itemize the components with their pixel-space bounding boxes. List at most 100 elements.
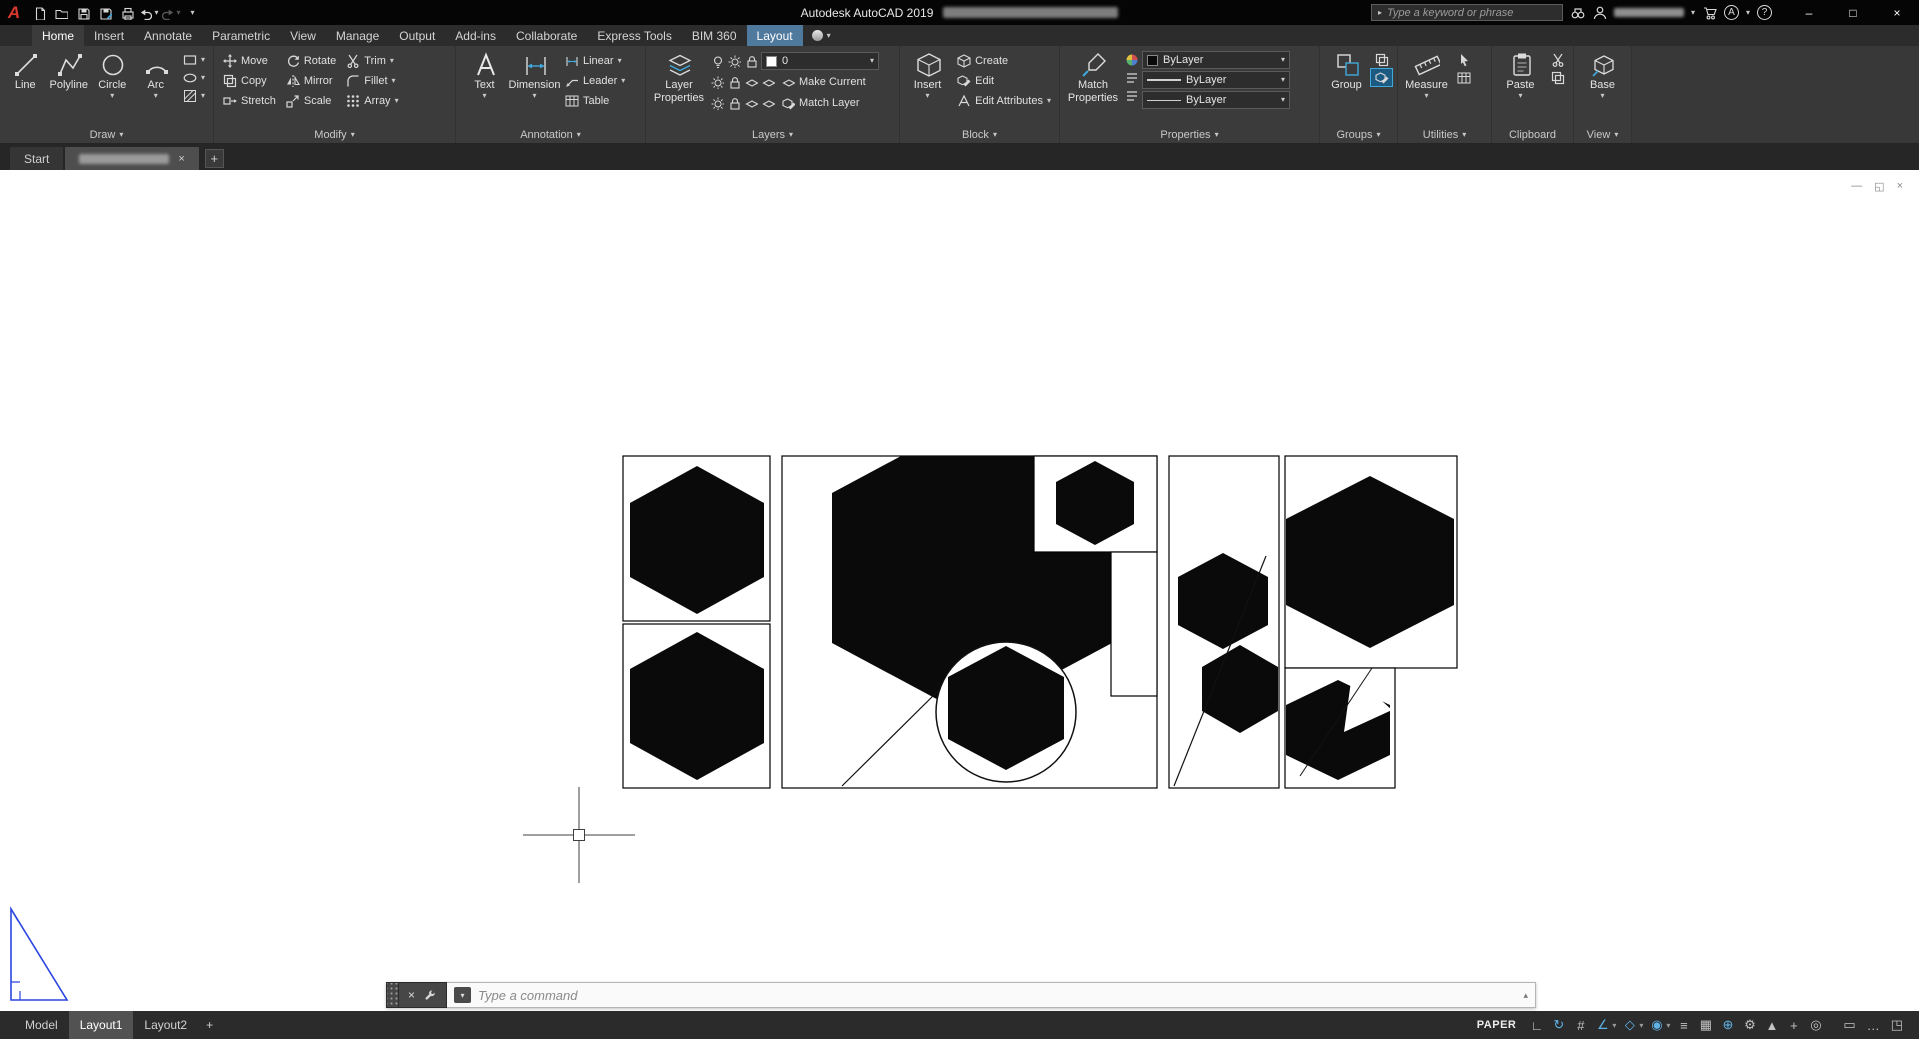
group-edit-button[interactable] xyxy=(1370,68,1393,87)
help-search-field[interactable]: ▸ Type a keyword or phrase xyxy=(1370,4,1563,21)
application-menu-button[interactable]: A xyxy=(0,0,28,25)
drawing-close-icon[interactable]: × xyxy=(1897,180,1903,193)
panel-properties-label[interactable]: Properties ▾ xyxy=(1060,126,1319,143)
help-icon[interactable]: ? xyxy=(1757,5,1772,20)
search-collapse-icon[interactable]: ▸ xyxy=(1378,8,1382,17)
tab-view[interactable]: View xyxy=(280,25,326,46)
layout1-tab[interactable]: Layout1 xyxy=(68,1011,134,1039)
drawing-canvas[interactable]: — ◱ × × ▾ Type a command ▴ xyxy=(0,170,1919,1011)
new-button[interactable] xyxy=(28,2,49,23)
layer-delete-icon[interactable] xyxy=(761,96,775,110)
tab-parametric[interactable]: Parametric xyxy=(202,25,280,46)
quick-calc-button[interactable] xyxy=(1453,69,1474,86)
stretch-button[interactable]: Stretch xyxy=(219,91,279,110)
polar-tracking-icon[interactable]: ∠ xyxy=(1592,1015,1613,1035)
object-color-caret-icon[interactable]: ▾ xyxy=(1281,56,1285,64)
hatch-button[interactable]: ▾ xyxy=(179,87,208,104)
feedback-icon[interactable]: … xyxy=(1867,1015,1880,1035)
edit-attributes-button[interactable]: Edit Attributes ▾ xyxy=(953,91,1054,110)
panel-view-label[interactable]: View ▾ xyxy=(1574,126,1631,143)
isodraft-caret-icon[interactable]: ▾ xyxy=(1639,1021,1643,1030)
scale-button[interactable]: Scale xyxy=(282,91,339,110)
tab-manage[interactable]: Manage xyxy=(326,25,389,46)
dynamic-input-icon[interactable]: ⊕ xyxy=(1717,1015,1738,1035)
command-wrench-icon[interactable] xyxy=(424,989,437,1002)
circle-flyout-caret-icon[interactable]: ▾ xyxy=(110,91,114,100)
linear-caret-icon[interactable]: ▾ xyxy=(618,56,622,65)
make-current-button[interactable]: Make Current xyxy=(778,73,869,92)
layer-state-icon[interactable] xyxy=(744,75,758,89)
file-tab-drawing[interactable]: × xyxy=(65,147,199,170)
table-button[interactable]: Table xyxy=(561,91,628,110)
layer-freeze-icon[interactable] xyxy=(710,75,724,89)
copy-button[interactable]: Copy xyxy=(219,71,279,90)
edit-attributes-caret-icon[interactable]: ▾ xyxy=(1047,96,1051,105)
linetype-dropdown[interactable]: ByLayer ▾ xyxy=(1142,71,1290,89)
signin-caret-icon[interactable]: ▾ xyxy=(1691,8,1695,17)
trim-caret-icon[interactable]: ▾ xyxy=(390,56,394,65)
arc-button[interactable]: Arc ▾ xyxy=(136,49,177,126)
maximize-button[interactable]: □ xyxy=(1831,0,1875,25)
new-layout-button[interactable]: + xyxy=(198,1018,221,1032)
file-tab-start[interactable]: Start xyxy=(10,147,64,170)
linear-button[interactable]: Linear ▾ xyxy=(561,51,628,70)
layer-lock-fade-icon[interactable] xyxy=(727,96,741,110)
layer-lock-icon[interactable] xyxy=(744,54,758,68)
rotate-button[interactable]: Rotate xyxy=(282,51,339,70)
isolate-objects-icon[interactable]: ◎ xyxy=(1805,1015,1826,1035)
ungroup-button[interactable] xyxy=(1371,51,1392,68)
save-as-button[interactable] xyxy=(94,2,115,23)
layout2-tab[interactable]: Layout2 xyxy=(133,1011,198,1039)
new-drawing-tab-button[interactable]: + xyxy=(204,149,224,168)
insert-button[interactable]: Insert ▾ xyxy=(905,49,950,126)
undo-button[interactable]: ▾ xyxy=(138,2,159,23)
layer-off-icon[interactable] xyxy=(710,54,724,68)
drawing-minimize-icon[interactable]: — xyxy=(1851,180,1862,193)
model-tab[interactable]: Model xyxy=(14,1011,69,1039)
transparency-icon[interactable]: ▦ xyxy=(1695,1015,1716,1035)
drawing-restore-icon[interactable]: ◱ xyxy=(1874,180,1884,193)
polar-caret-icon[interactable]: ▾ xyxy=(1612,1021,1616,1030)
ellipse-button[interactable]: ▾ xyxy=(179,69,208,86)
fillet-button[interactable]: Fillet ▾ xyxy=(342,71,401,90)
tab-express-tools[interactable]: Express Tools xyxy=(587,25,681,46)
ucs-icon[interactable]: ∟ xyxy=(1526,1015,1547,1035)
measure-button[interactable]: Measure ▾ xyxy=(1403,49,1450,126)
match-layer-button[interactable]: Match Layer xyxy=(778,94,863,113)
dimension-caret-icon[interactable]: ▾ xyxy=(532,91,536,100)
layer-isolate-icon[interactable] xyxy=(727,54,741,68)
measure-caret-icon[interactable]: ▾ xyxy=(1424,91,1428,100)
paste-button[interactable]: Paste ▾ xyxy=(1497,49,1544,126)
quick-select-button[interactable] xyxy=(1453,51,1474,68)
array-button[interactable]: Array ▾ xyxy=(342,91,401,110)
array-caret-icon[interactable]: ▾ xyxy=(395,96,399,105)
base-button[interactable]: Base ▾ xyxy=(1579,49,1626,126)
customization-gear-icon[interactable]: ⚙ xyxy=(1739,1015,1760,1035)
group-button[interactable]: Group xyxy=(1325,49,1368,126)
add-scales-icon[interactable]: + xyxy=(1783,1015,1804,1035)
command-input[interactable]: ▾ Type a command ▴ xyxy=(447,982,1536,1008)
layer-dropdown[interactable]: 0 ▾ xyxy=(761,52,879,70)
tab-layout[interactable]: Layout xyxy=(746,25,803,46)
match-properties-button[interactable]: Match Properties xyxy=(1065,49,1121,126)
save-button[interactable] xyxy=(72,2,93,23)
linetype-caret-icon[interactable]: ▾ xyxy=(1281,76,1285,84)
tab-annotate[interactable]: Annotate xyxy=(134,25,202,46)
redo-caret-icon[interactable]: ▾ xyxy=(176,8,180,17)
ribbon-display-toggle-icon[interactable] xyxy=(811,30,823,41)
panel-annotation-label[interactable]: Annotation ▾ xyxy=(456,126,645,143)
edit-block-button[interactable]: Edit xyxy=(953,71,1054,90)
circle-button[interactable]: Circle ▾ xyxy=(92,49,133,126)
autodesk-share-icon[interactable]: A xyxy=(1723,5,1739,20)
detail-rect[interactable] xyxy=(1110,551,1158,697)
qat-customize-button[interactable]: ▾ xyxy=(182,2,203,23)
tab-output[interactable]: Output xyxy=(389,25,445,46)
leader-caret-icon[interactable]: ▾ xyxy=(621,76,625,85)
arc-flyout-caret-icon[interactable]: ▾ xyxy=(154,91,158,100)
tab-bim360[interactable]: BIM 360 xyxy=(682,25,747,46)
layer-dropdown-caret-icon[interactable]: ▾ xyxy=(870,57,874,65)
hatch-caret-icon[interactable]: ▾ xyxy=(201,91,205,100)
close-drawing-tab-icon[interactable]: × xyxy=(178,153,184,165)
insert-caret-icon[interactable]: ▾ xyxy=(926,91,930,100)
clean-screen-icon[interactable]: ◳ xyxy=(1891,1015,1903,1035)
